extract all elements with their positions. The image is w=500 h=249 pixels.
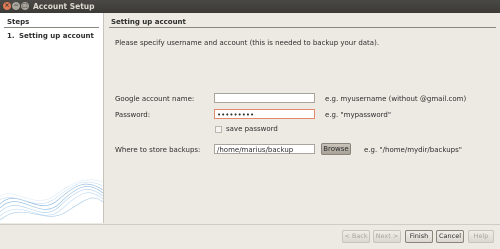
steps-divider (4, 27, 99, 28)
account-hint: e.g. myusername (without @gmail.com) (325, 95, 467, 103)
footer-divider (0, 224, 500, 225)
cancel-button[interactable]: Cancel (436, 230, 464, 243)
title-divider (109, 27, 496, 28)
password-field[interactable]: ••••••••• (214, 109, 315, 119)
page-title: Setting up account (111, 18, 186, 26)
back-button[interactable]: < Back (342, 230, 370, 243)
steps-heading: Steps (7, 18, 30, 26)
step-number: 1. (7, 32, 15, 40)
save-password-label: save password (226, 125, 278, 133)
help-button[interactable]: Help (468, 230, 494, 243)
backup-hint: e.g. "/home/mydir/backups" (364, 146, 462, 154)
intro-text: Please specify username and account (thi… (115, 39, 380, 47)
close-icon[interactable]: × (3, 2, 11, 10)
maximize-icon[interactable]: □ (21, 2, 29, 10)
title-bar: × − □ Account Setup (0, 0, 500, 13)
account-field[interactable] (214, 93, 315, 103)
steps-sidebar: Steps 1. Setting up account (0, 13, 104, 223)
account-label: Google account name: (115, 95, 195, 103)
finish-button[interactable]: Finish (405, 230, 433, 243)
decorative-wave-image (0, 179, 103, 221)
save-password-checkbox[interactable] (215, 126, 222, 133)
password-hint: e.g. "mypassword" (325, 111, 392, 119)
next-button[interactable]: Next > (373, 230, 401, 243)
window-title: Account Setup (33, 2, 95, 11)
backup-location-field[interactable]: /home/marius/backup (214, 144, 315, 154)
step-label: Setting up account (19, 32, 94, 40)
sidebar-item-setting-up-account: 1. Setting up account (7, 32, 94, 40)
password-label: Password: (115, 111, 151, 119)
minimize-icon[interactable]: − (12, 2, 20, 10)
browse-button[interactable]: Browse (321, 143, 351, 155)
backup-location-label: Where to store backups: (115, 146, 201, 154)
